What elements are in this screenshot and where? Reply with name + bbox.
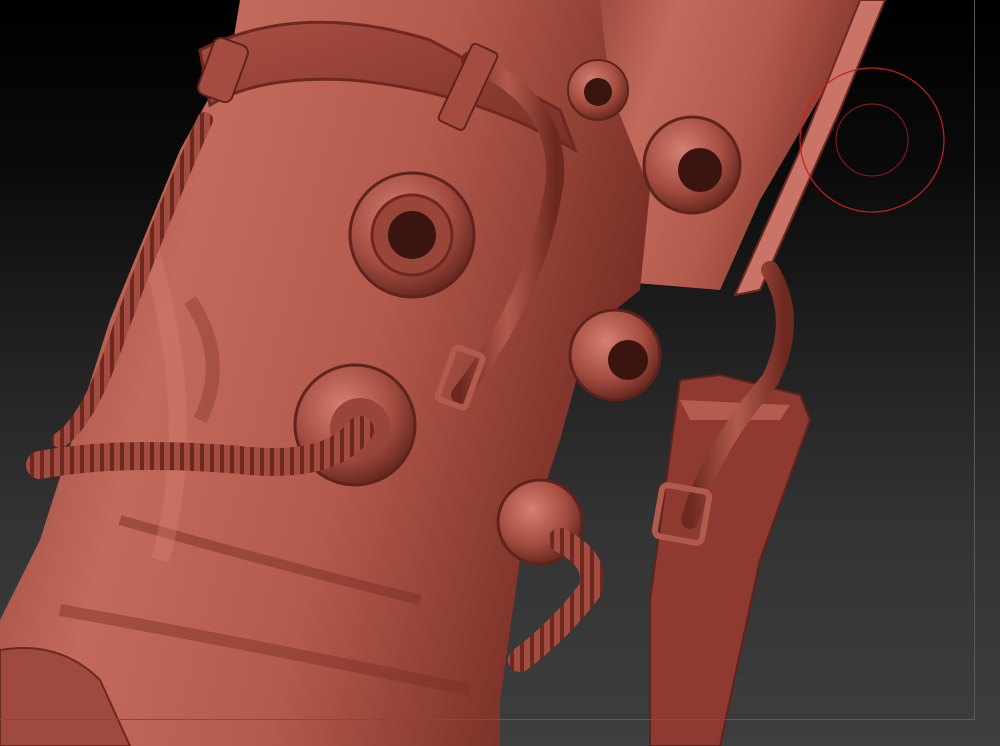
brush-cursor-icon bbox=[799, 67, 945, 213]
brush-outer-ring bbox=[799, 67, 945, 213]
sculpt-viewport[interactable] bbox=[0, 0, 1000, 746]
brush-inner-ring bbox=[835, 103, 909, 177]
